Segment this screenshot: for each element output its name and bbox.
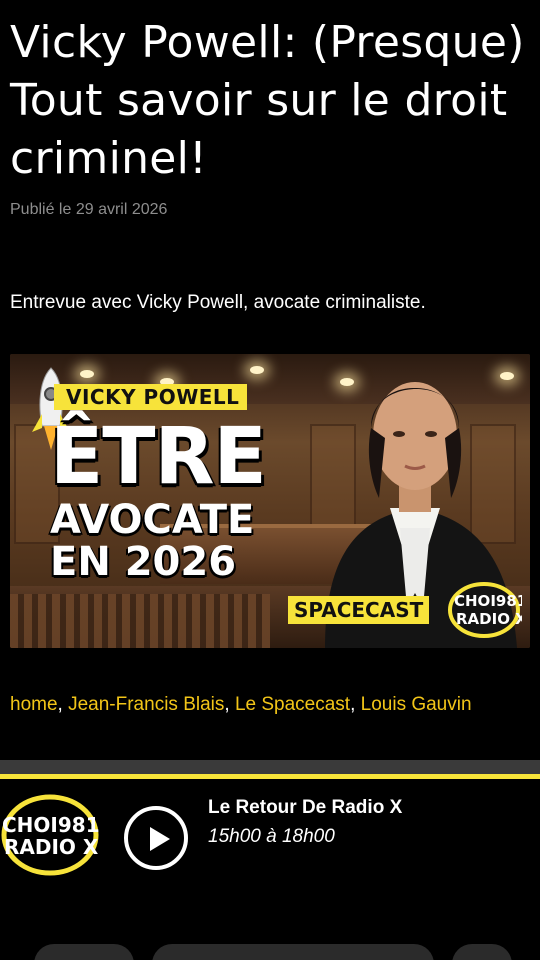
logo-text-top: CHOI981 — [454, 592, 522, 610]
hero-headline-3: EN 2026 — [50, 539, 237, 585]
tag-link-le-spacecast[interactable]: Le Spacecast — [235, 694, 350, 715]
tag-link-home[interactable]: home — [10, 694, 58, 715]
tag-separator: , — [350, 694, 361, 715]
play-icon — [150, 827, 170, 851]
show-time: 15h00 à 18h00 — [208, 826, 335, 847]
chandelier — [250, 366, 264, 374]
ceiling-light — [80, 370, 94, 378]
spacecast-badge: SPACECAST — [288, 596, 430, 624]
show-title: Le Retour De Radio X — [208, 797, 403, 818]
tag-separator: , — [57, 694, 69, 715]
bottom-nav-address-bar[interactable] — [152, 944, 434, 960]
radio-x-logo-icon: CHOI981 RADIO X — [448, 582, 522, 638]
hero-image[interactable]: VICKY POWELL ÊTRE AVOCATE EN 2026 SPACEC… — [10, 354, 530, 648]
logo-text-bottom: RADIO X — [456, 610, 522, 628]
bottom-nav-button[interactable] — [34, 944, 134, 960]
logo-text-top: CHOI981 — [2, 813, 100, 837]
guest-name-banner: VICKY POWELL — [54, 384, 248, 410]
bottom-nav-button[interactable] — [452, 944, 512, 960]
article-tags: home, Jean-Francis Blais, Le Spacecast, … — [10, 690, 530, 720]
article-page: Vicky Powell: (Presque) Tout savoir sur … — [0, 0, 540, 960]
logo-text-bottom: RADIO X — [4, 835, 99, 859]
tag-link-jean-francis-blais[interactable]: Jean-Francis Blais — [68, 694, 224, 715]
hero-headline-1: ÊTRE — [50, 412, 267, 502]
article-intro: Entrevue avec Vicky Powell, avocate crim… — [10, 292, 426, 313]
publish-date: Publié le 29 avril 2026 — [10, 201, 168, 218]
hero-headline-2: AVOCATE — [50, 497, 255, 543]
courtroom-rail — [10, 594, 270, 648]
tag-separator: , — [224, 694, 235, 715]
article-title: Vicky Powell: (Presque) Tout savoir sur … — [10, 17, 525, 184]
choi-radio-x-logo-icon[interactable]: CHOI981 RADIO X — [0, 790, 104, 880]
tag-link-louis-gauvin[interactable]: Louis Gauvin — [361, 694, 472, 715]
player-divider — [0, 760, 540, 779]
play-button[interactable] — [124, 806, 188, 870]
